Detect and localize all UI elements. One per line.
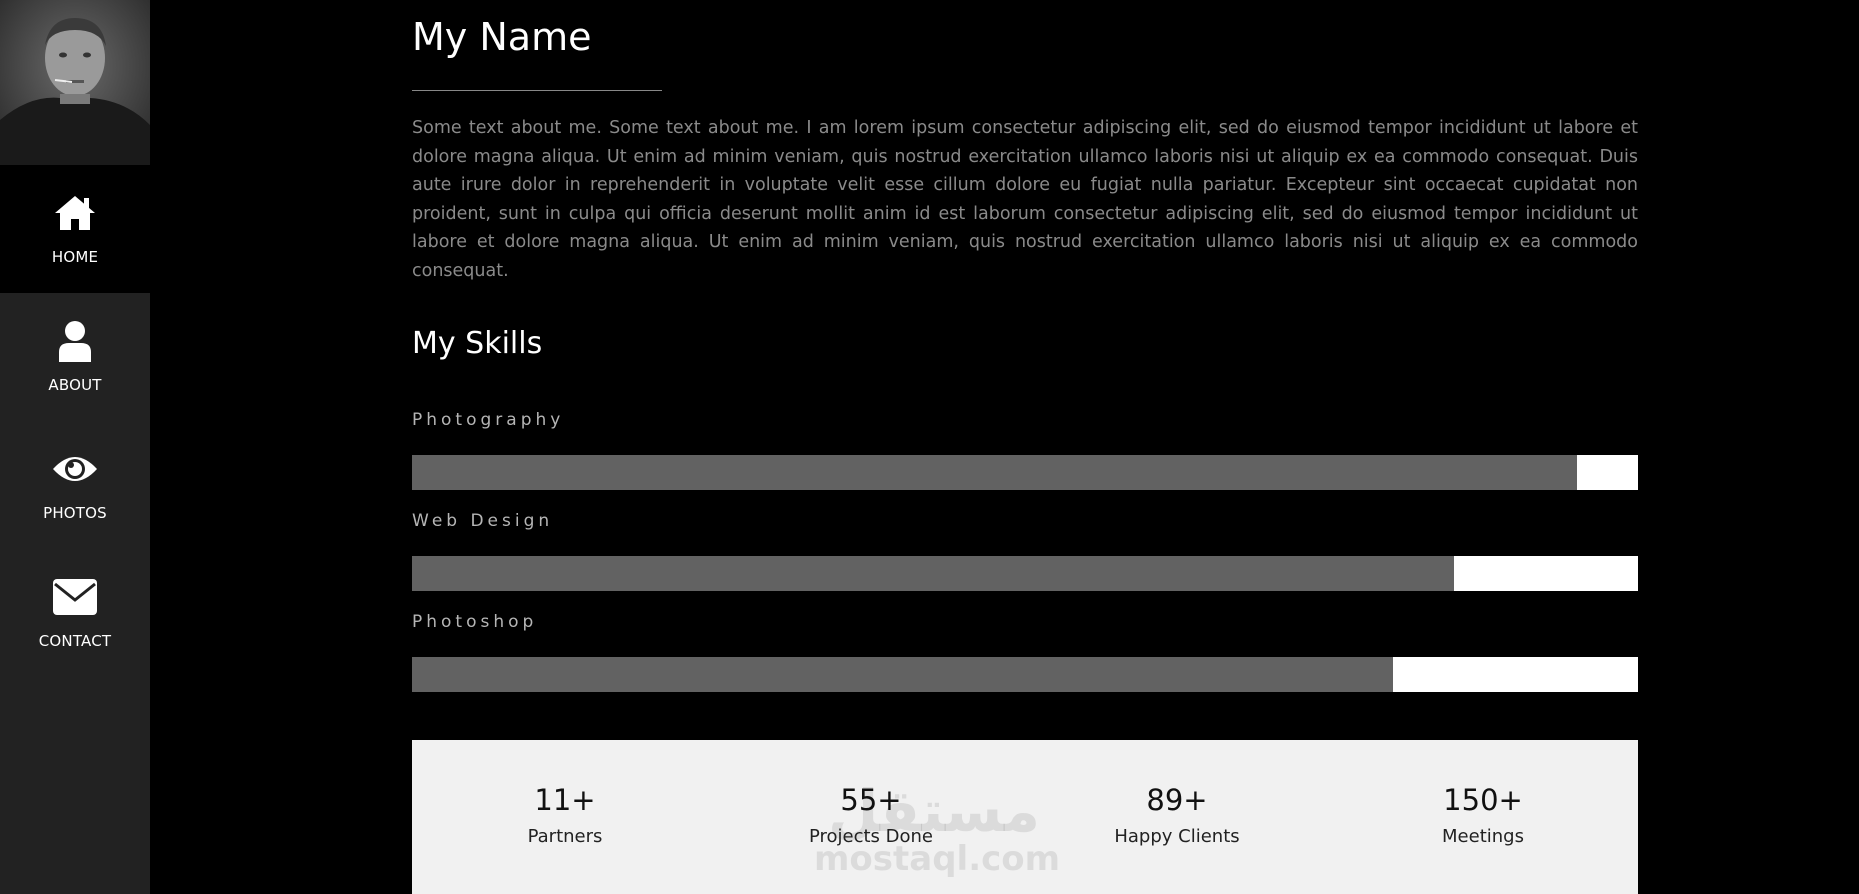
sidebar-item-contact[interactable]: CONTACT (0, 549, 150, 677)
skill-fill (412, 556, 1455, 591)
envelope-icon (51, 576, 99, 618)
sidebar-item-about[interactable]: ABOUT (0, 293, 150, 421)
stat-value: 11+ (534, 783, 596, 817)
skill-fill (412, 657, 1393, 692)
sidebar-item-label: PHOTOS (43, 504, 107, 522)
stat-label: Partners (527, 826, 603, 847)
stat-value: 89+ (1146, 783, 1208, 817)
stat-happy-clients: 89+ Happy Clients (1057, 782, 1297, 847)
avatar (0, 0, 150, 165)
user-icon (51, 320, 99, 362)
eye-icon (51, 448, 99, 490)
avatar-photo (0, 0, 150, 165)
stat-value: 55+ (840, 783, 902, 817)
stat-label: Meetings (1442, 826, 1524, 847)
skill-name-photography: Photography (412, 410, 565, 430)
stat-projects: 55+ Projects Done (751, 782, 991, 847)
sidebar-item-home[interactable]: HOME (0, 165, 150, 293)
sidebar-item-label: HOME (51, 248, 99, 266)
page-title: My Name (412, 15, 592, 59)
sidebar-item-photos[interactable]: PHOTOS (0, 421, 150, 549)
stat-partners: 11+ Partners (445, 782, 685, 847)
title-divider (412, 90, 662, 91)
stat-meetings: 150+ Meetings (1363, 782, 1603, 847)
sidebar: HOME ABOUT PHOTOS CONTACT (0, 0, 150, 894)
home-icon (51, 192, 99, 234)
main-content: My Name Some text about me. Some text ab… (412, 0, 1638, 894)
skill-name-photoshop: Photoshop (412, 612, 538, 632)
skill-bar-photography (412, 455, 1638, 490)
stat-label: Projects Done (808, 826, 934, 847)
stats-panel: مستقل mostaql.com 11+ Partners 55+ Proje… (412, 740, 1638, 894)
about-text: Some text about me. Some text about me. … (412, 118, 1638, 281)
skill-bar-web-design (412, 556, 1638, 591)
skill-fill (412, 455, 1577, 490)
stat-value: 150+ (1443, 783, 1523, 817)
sidebar-item-label: ABOUT (48, 376, 102, 394)
sidebar-item-label: CONTACT (38, 632, 112, 650)
skill-bar-photoshop (412, 657, 1638, 692)
skill-name-web-design: Web Design (412, 511, 554, 531)
stat-label: Happy Clients (1114, 826, 1240, 847)
skills-title: My Skills (412, 326, 543, 361)
